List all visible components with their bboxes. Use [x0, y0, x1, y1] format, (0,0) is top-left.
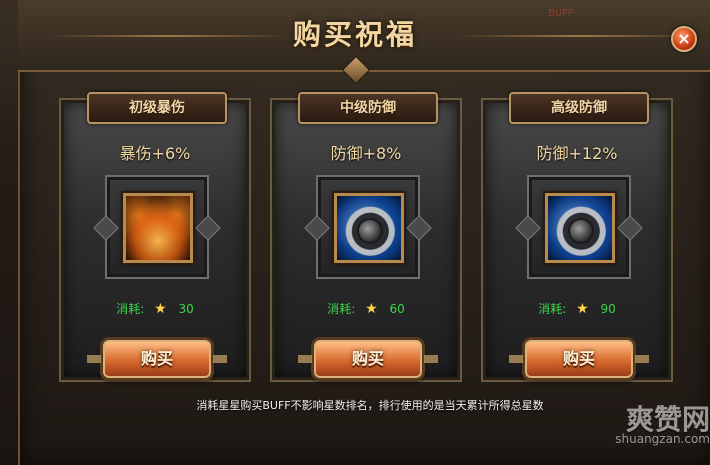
- buff-effect: 防御+8%: [330, 144, 402, 163]
- buff-icon-slot: [515, 175, 643, 279]
- cost-value: 30: [178, 302, 194, 316]
- cost-label: 消耗:: [327, 302, 356, 316]
- buff-cost: 消耗: ★ 90: [483, 300, 671, 317]
- star-icon: ★: [576, 301, 589, 317]
- buff-card-3: 高级防御 防御+12% 消耗: ★ 90 购买: [481, 92, 673, 382]
- buff-card-1: 初级暴伤 暴伤+6% 消耗: ★ 30 购买: [59, 92, 251, 382]
- title-divider-right: [458, 35, 698, 37]
- shield-face-icon: [357, 218, 383, 244]
- buff-card-title: 初级暴伤: [129, 100, 185, 116]
- defense-shield-icon: [545, 193, 615, 263]
- buff-effect: 暴伤+6%: [119, 144, 191, 163]
- slot-diamond-right-icon: [406, 215, 432, 241]
- slot-diamond-right-icon: [195, 215, 221, 241]
- cost-label: 消耗:: [116, 302, 145, 316]
- buff-card-header: 高级防御: [509, 92, 649, 124]
- buy-button-3[interactable]: 购买: [509, 340, 649, 378]
- watermark-sub: shuangzan.com: [615, 432, 710, 446]
- buff-card-header: 中级防御: [298, 92, 438, 124]
- star-icon: ★: [154, 301, 167, 317]
- buy-button-label: 购买: [351, 349, 384, 368]
- buff-card-header: 初级暴伤: [87, 92, 227, 124]
- buff-cost: 消耗: ★ 60: [272, 300, 460, 317]
- shield-icon: [548, 196, 612, 260]
- cost-value: 60: [389, 302, 405, 316]
- slot-diamond-left-icon: [304, 215, 330, 241]
- title-divider-left: [48, 35, 288, 37]
- shield-icon: [337, 196, 401, 260]
- cost-label: 消耗:: [538, 302, 567, 316]
- footer-note: 消耗星星购买BUFF不影响星数排名，排行使用的是当天累计所得总星数: [196, 399, 544, 412]
- star-icon: ★: [365, 301, 378, 317]
- defense-shield-icon: [334, 193, 404, 263]
- slot-diamond-right-icon: [617, 215, 643, 241]
- buff-card-title: 高级防御: [551, 100, 607, 116]
- close-icon: ×: [677, 29, 691, 48]
- shield-face-icon: [568, 218, 594, 244]
- buy-button-1[interactable]: 购买: [87, 340, 227, 378]
- slot-diamond-left-icon: [515, 215, 541, 241]
- buy-button-label: 购买: [562, 349, 595, 368]
- buff-icon-slot: [304, 175, 432, 279]
- dialog-title: 购买祝福: [292, 18, 417, 51]
- buy-button-label: 购买: [140, 349, 173, 368]
- cost-value: 90: [600, 302, 616, 316]
- buff-cost: 消耗: ★ 30: [61, 300, 249, 317]
- buff-card-title: 中级防御: [340, 100, 396, 116]
- buy-button-2[interactable]: 购买: [298, 340, 438, 378]
- buff-icon-slot: [93, 175, 221, 279]
- watermark: 爽赞网 shuangzan.com: [578, 398, 710, 458]
- background-buff-text: BUFF: [548, 8, 574, 19]
- buff-effect: 防御+12%: [536, 144, 618, 163]
- critical-fire-icon: [123, 193, 193, 263]
- close-button[interactable]: ×: [671, 26, 697, 52]
- buff-card-2: 中级防御 防御+8% 消耗: ★ 60 购买: [270, 92, 462, 382]
- slot-diamond-left-icon: [93, 215, 119, 241]
- fire-icon: [126, 196, 190, 260]
